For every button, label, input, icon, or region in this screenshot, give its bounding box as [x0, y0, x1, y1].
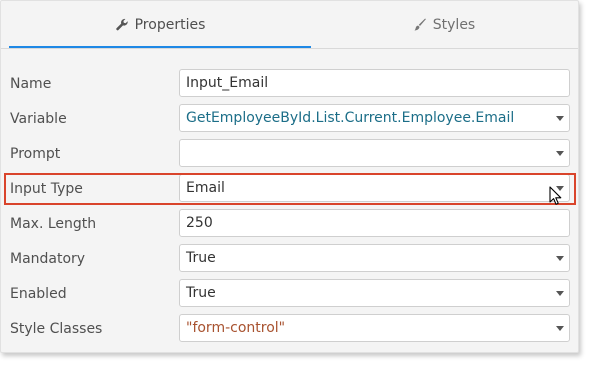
enabled-dropdown[interactable]: True	[179, 279, 570, 307]
mandatory-value: True	[186, 250, 216, 266]
input-type-dropdown[interactable]: Email	[179, 174, 570, 202]
property-label: Max. Length	[10, 216, 97, 232]
properties-panel: Properties Styles Name Input_Email Varia…	[0, 0, 579, 353]
name-input[interactable]: Input_Email	[179, 69, 570, 97]
style-classes-dropdown[interactable]: "form-control"	[179, 314, 570, 342]
property-label: Name	[10, 76, 52, 92]
wrench-icon	[115, 18, 129, 32]
property-row-input-type: Input Type Email	[1, 174, 578, 204]
prompt-dropdown[interactable]	[179, 139, 570, 167]
property-row-enabled: Enabled True	[1, 279, 578, 309]
property-label: Style Classes	[10, 321, 103, 337]
mouse-pointer-icon	[549, 186, 563, 210]
chevron-down-icon[interactable]	[556, 256, 564, 261]
tab-bar: Properties Styles	[1, 1, 578, 49]
property-row-mandatory: Mandatory True	[1, 244, 578, 274]
variable-dropdown[interactable]: GetEmployeeById.List.Current.Employee.Em…	[179, 104, 570, 132]
tab-styles[interactable]: Styles	[311, 1, 577, 48]
property-label: Enabled	[10, 286, 67, 302]
property-row-variable: Variable GetEmployeeById.List.Current.Em…	[1, 104, 578, 134]
chevron-down-icon[interactable]	[556, 291, 564, 296]
style-classes-value: "form-control"	[186, 320, 286, 336]
chevron-down-icon[interactable]	[556, 326, 564, 331]
tab-properties-label: Properties	[134, 16, 206, 33]
property-row-max-length: Max. Length 250	[1, 209, 578, 239]
property-row-name: Name Input_Email	[1, 69, 578, 99]
tab-properties[interactable]: Properties	[9, 1, 311, 48]
chevron-down-icon[interactable]	[556, 151, 564, 156]
input-type-value: Email	[186, 180, 225, 196]
property-row-prompt: Prompt	[1, 139, 578, 169]
property-label: Mandatory	[10, 251, 86, 267]
mandatory-dropdown[interactable]: True	[179, 244, 570, 272]
property-label: Input Type	[10, 181, 83, 197]
property-label: Prompt	[10, 146, 61, 162]
tab-styles-label: Styles	[432, 16, 476, 33]
max-length-value: 250	[186, 215, 213, 231]
name-value: Input_Email	[186, 75, 269, 91]
brush-icon	[413, 18, 427, 32]
max-length-input[interactable]: 250	[179, 209, 570, 237]
active-tab-indicator	[9, 46, 311, 48]
property-label: Variable	[10, 111, 67, 127]
variable-value: GetEmployeeById.List.Current.Employee.Em…	[186, 110, 515, 126]
property-row-style-classes: Style Classes "form-control"	[1, 314, 578, 344]
enabled-value: True	[186, 285, 216, 301]
chevron-down-icon[interactable]	[556, 116, 564, 121]
